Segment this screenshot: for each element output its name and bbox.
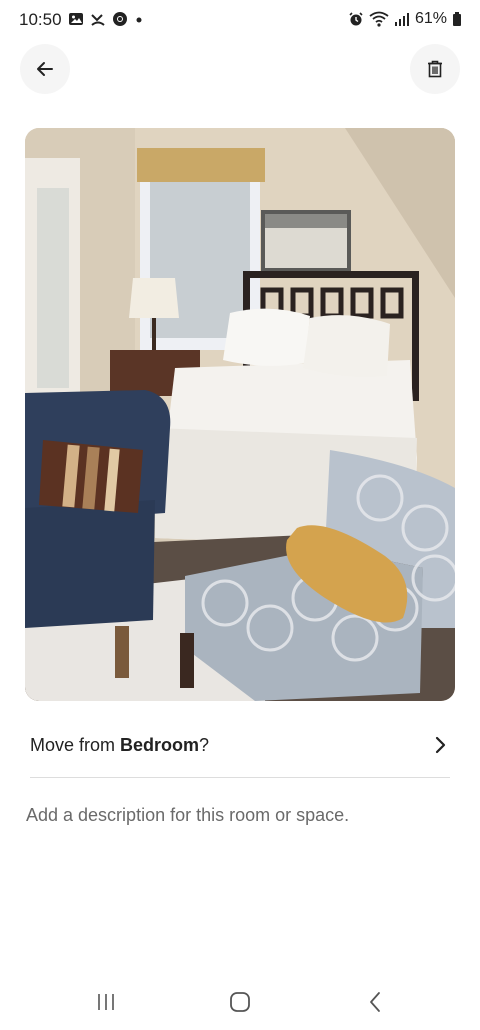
back-button[interactable] — [20, 44, 70, 94]
home-icon — [230, 992, 250, 1012]
back-nav-icon — [370, 992, 380, 1012]
arrow-left-icon — [37, 62, 53, 76]
bedroom-photo — [25, 128, 455, 701]
battery-percentage: 61% — [414, 10, 447, 27]
move-room-suffix: ? — [199, 734, 210, 755]
missed-call-icon — [91, 14, 105, 26]
home-button[interactable] — [220, 987, 260, 1017]
move-room-name: Bedroom — [120, 734, 200, 755]
chevron-right-icon — [435, 736, 446, 754]
gallery-icon — [69, 13, 83, 25]
battery-icon — [453, 12, 461, 26]
trash-icon — [428, 60, 442, 78]
signal-icon — [394, 13, 409, 26]
chrome-icon — [113, 12, 127, 26]
dot-icon — [136, 17, 142, 23]
move-room-row[interactable]: Move from Bedroom? — [30, 715, 450, 775]
back-nav-button[interactable] — [356, 987, 396, 1017]
recent-apps-button[interactable] — [86, 987, 126, 1017]
alarm-icon — [349, 12, 363, 26]
wifi-icon — [369, 11, 389, 27]
system-nav-bar — [0, 975, 480, 1030]
status-system-icons: 61% — [348, 10, 462, 28]
delete-photo-button[interactable] — [410, 44, 460, 94]
move-room-prefix: Move from — [30, 734, 121, 755]
divider — [30, 777, 450, 778]
status-bar: 10:50 61% — [0, 0, 480, 40]
status-notification-icons — [68, 11, 144, 27]
description-field[interactable]: Add a description for this room or space… — [26, 805, 349, 826]
status-time: 10:50 — [19, 10, 62, 29]
room-photo[interactable] — [25, 128, 455, 701]
recent-apps-icon — [98, 994, 114, 1010]
move-room-label: Move from Bedroom? — [30, 735, 209, 756]
